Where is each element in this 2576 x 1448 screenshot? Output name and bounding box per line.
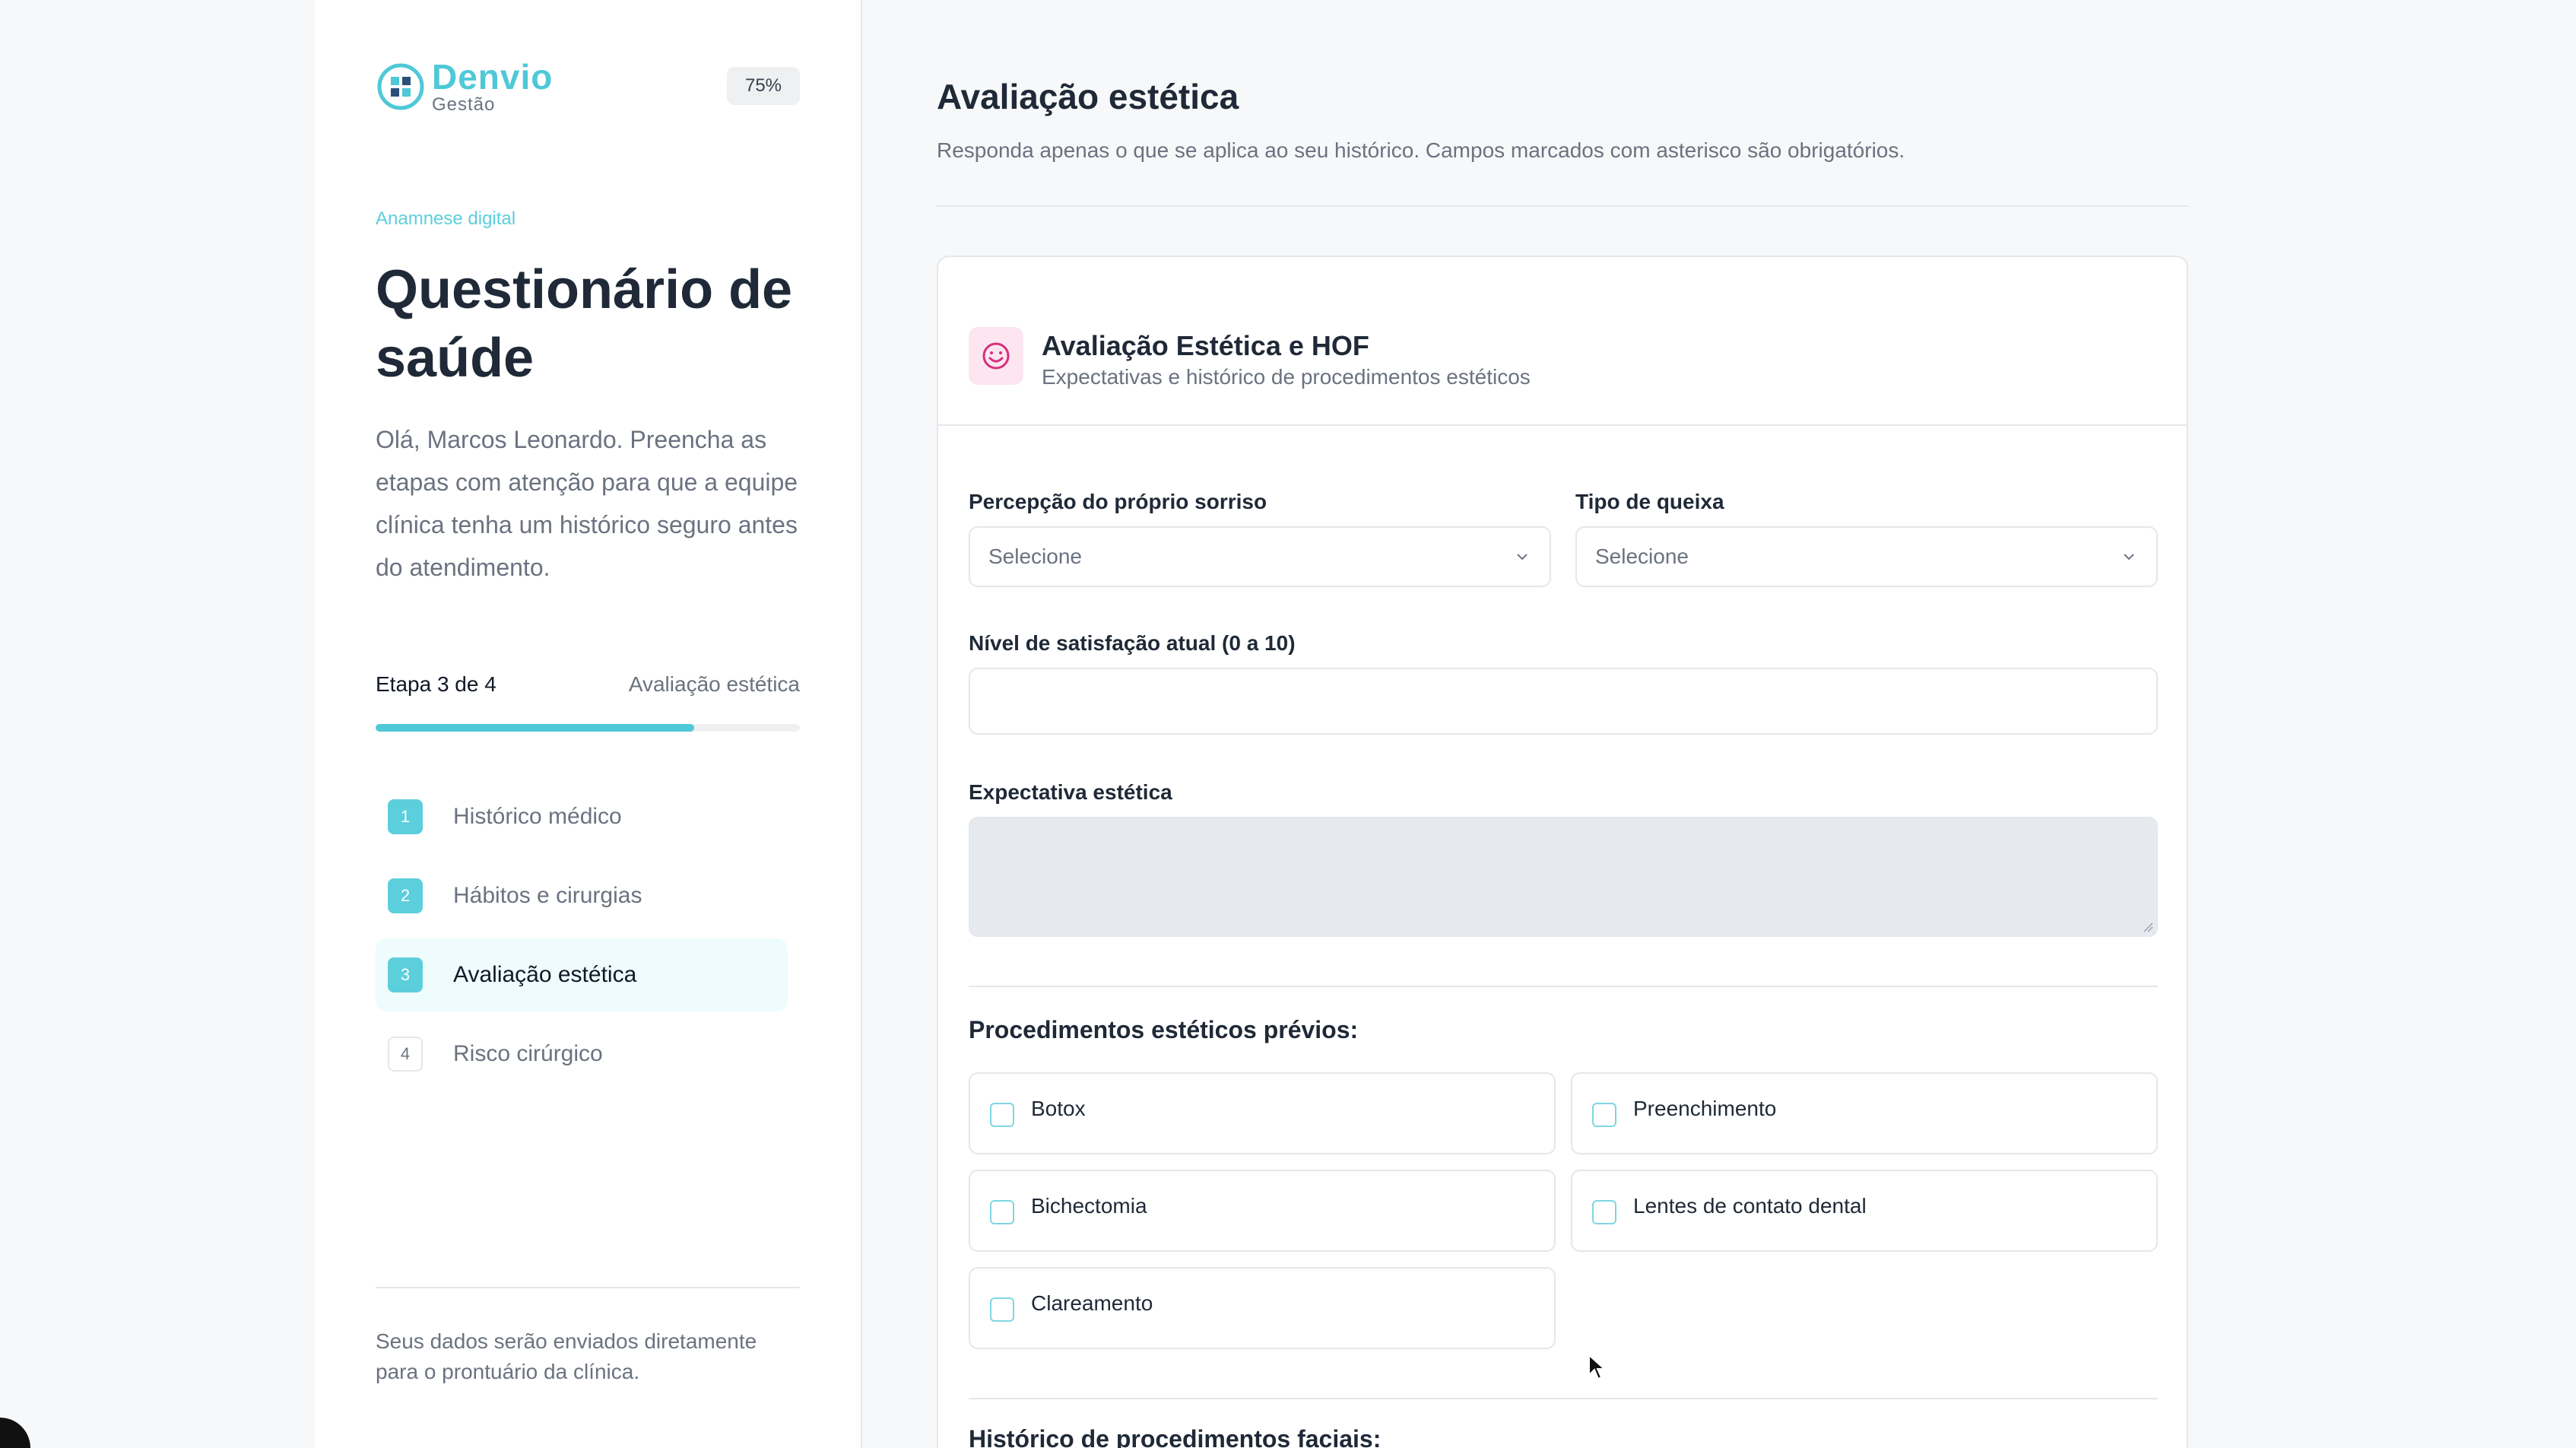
step-item-historico-medico[interactable]: 1 Histórico médico <box>376 780 788 853</box>
step-label: Hábitos e cirurgias <box>453 883 642 908</box>
smile-icon <box>969 327 1023 385</box>
step-number: 3 <box>388 957 423 992</box>
checkbox-icon[interactable] <box>990 1103 1014 1127</box>
step-counter: Etapa 3 de 4 <box>376 672 496 696</box>
main-content: Avaliação estética Responda apenas o que… <box>937 0 2188 1448</box>
chevron-down-icon <box>1517 554 1528 560</box>
sidebar-footer-text: Seus dados serão enviados diretamente pa… <box>376 1329 757 1383</box>
sidebar-divider <box>376 1287 800 1288</box>
progress-fill <box>376 724 694 732</box>
progress-badge: 75% <box>727 67 800 105</box>
intro-text: Olá, Marcos Leonardo. Preencha as etapas… <box>376 426 798 581</box>
checkbox-label: Preenchimento <box>1633 1097 1777 1120</box>
procedure-checkbox-botox[interactable]: Botox <box>969 1072 1556 1154</box>
checkbox-icon[interactable] <box>990 1297 1014 1322</box>
procedures-title: Procedimentos estéticos prévios: <box>969 1016 1359 1043</box>
header-divider <box>937 205 2188 207</box>
window-corner <box>0 1418 30 1448</box>
section-divider <box>969 986 2158 987</box>
checkbox-label: Botox <box>1031 1097 1086 1120</box>
brand-logo-icon <box>377 63 424 110</box>
aesthetic-card: Avaliação Estética e HOF Expectativas e … <box>937 256 2188 1448</box>
select-value: Selecione <box>1595 545 1689 568</box>
step-number: 1 <box>388 799 423 834</box>
step-number: 4 <box>388 1037 423 1072</box>
brand: Denvio Gestão <box>376 59 553 114</box>
complaint-type-select[interactable]: Selecione <box>1575 526 2158 587</box>
facial-history-title: Histórico de procedimentos faciais: <box>969 1425 1382 1448</box>
mouse-cursor-icon <box>1588 1354 1606 1380</box>
select-value: Selecione <box>988 545 1082 568</box>
smile-perception-label: Percepção do próprio sorriso <box>969 490 1267 513</box>
step-item-avaliacao-estetica[interactable]: 3 Avaliação estética <box>376 938 788 1011</box>
checkbox-label: Lentes de contato dental <box>1633 1194 1867 1218</box>
checkbox-label: Bichectomia <box>1031 1194 1147 1218</box>
step-label: Risco cirúrgico <box>453 1041 603 1066</box>
steps-nav: 1 Histórico médico 2 Hábitos e cirurgias… <box>376 780 788 1097</box>
satisfaction-label: Nível de satisfação atual (0 a 10) <box>969 631 1296 655</box>
progress-bar <box>376 724 800 732</box>
procedure-checkbox-clareamento[interactable]: Clareamento <box>969 1267 1556 1349</box>
checkbox-icon[interactable] <box>1592 1200 1616 1224</box>
card-header: Avaliação Estética e HOF Expectativas e … <box>938 257 2187 426</box>
step-header: Etapa 3 de 4 Avaliação estética <box>376 672 800 697</box>
card-title: Avaliação Estética e HOF <box>1042 330 1369 361</box>
checkbox-label: Clareamento <box>1031 1291 1153 1315</box>
card-subtitle: Expectativas e histórico de procedimento… <box>1042 365 1531 389</box>
sidebar: Denvio Gestão 75% Anamnese digital Quest… <box>315 0 862 1448</box>
procedure-checkbox-bichectomia[interactable]: Bichectomia <box>969 1170 1556 1252</box>
brand-sub: Gestão <box>432 94 496 115</box>
section-subtitle: Responda apenas o que se aplica ao seu h… <box>937 138 1905 162</box>
step-number: 2 <box>388 878 423 913</box>
brand-name: Denvio <box>432 57 554 97</box>
resize-handle-icon[interactable] <box>2141 920 2153 932</box>
step-label: Histórico médico <box>453 804 622 829</box>
step-label: Avaliação estética <box>453 962 637 987</box>
step-item-risco-cirurgico[interactable]: 4 Risco cirúrgico <box>376 1018 788 1091</box>
satisfaction-input[interactable] <box>969 668 2158 735</box>
expectation-label: Expectativa estética <box>969 780 1172 804</box>
smile-perception-select[interactable]: Selecione <box>969 526 1551 587</box>
complaint-type-label: Tipo de queixa <box>1575 490 1724 513</box>
step-item-habitos-cirurgias[interactable]: 2 Hábitos e cirurgias <box>376 859 788 932</box>
procedure-checkbox-lentes[interactable]: Lentes de contato dental <box>1571 1170 2158 1252</box>
expectation-textarea[interactable] <box>969 817 2158 937</box>
page-heading: Questionário de saúde <box>376 259 793 389</box>
procedure-checkbox-preenchimento[interactable]: Preenchimento <box>1571 1072 2158 1154</box>
chevron-down-icon <box>2124 554 2134 560</box>
section-title: Avaliação estética <box>937 77 1239 116</box>
step-current-name: Avaliação estética <box>628 672 800 696</box>
checkbox-icon[interactable] <box>990 1200 1014 1224</box>
checkbox-icon[interactable] <box>1592 1103 1616 1127</box>
section-divider <box>969 1398 2158 1399</box>
eyebrow: Anamnese digital <box>376 208 516 229</box>
